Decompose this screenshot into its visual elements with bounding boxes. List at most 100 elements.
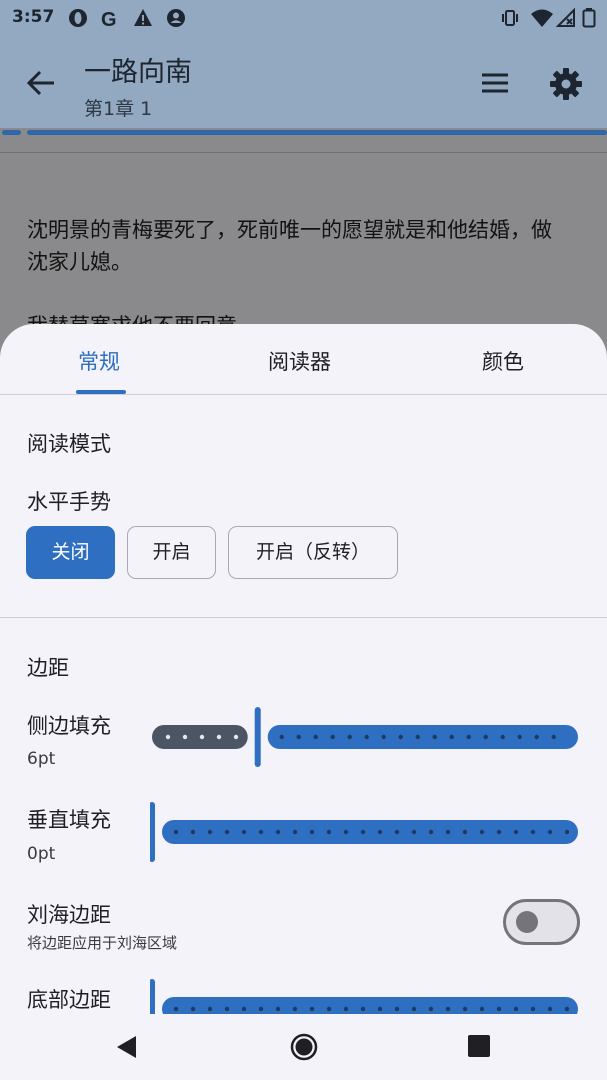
slider-tick [309,829,315,835]
slider-tick [551,734,556,740]
side-padding-slider[interactable] [150,707,580,767]
slider-tick [462,829,468,835]
slider-tick [173,1006,179,1012]
bottom-margin-slider[interactable] [150,979,580,1014]
chapter-progress-bar [0,128,607,136]
slider-tick [347,734,352,740]
slider-tick [275,829,281,835]
slider-tick [224,829,230,835]
slider-tick [313,734,318,740]
menu-icon[interactable] [478,66,512,100]
section-title-reading-mode: 阅读模式 [27,432,111,456]
tab-general[interactable]: 常规 [78,346,120,376]
slider-tick [530,1006,536,1012]
slider-tick [445,1006,451,1012]
horizontal-gesture-label: 水平手势 [27,490,111,514]
slider-tick [258,829,264,835]
nav-home-icon[interactable] [289,1032,319,1062]
slider-tick [530,829,536,835]
slider-tick [513,1006,519,1012]
back-arrow-icon[interactable] [24,66,58,100]
toggle-knob [516,911,538,933]
notch-margin-toggle[interactable] [503,899,580,945]
divider [0,394,607,395]
slider-tick [462,1006,468,1012]
system-navigation-bar [0,1014,607,1080]
slider-tick [190,1006,196,1012]
divider [0,617,607,618]
slider-tick [343,1006,349,1012]
book-title: 一路向南 [84,57,192,88]
settings-bottom-sheet: 常规 阅读器 颜色 阅读模式 水平手势 关闭 开启 开启（反转） 边距 侧边填充… [0,324,607,1014]
slider-tick [411,1006,417,1012]
tab-reader[interactable]: 阅读器 [268,346,331,376]
slider-tick [547,1006,553,1012]
reader-paragraph: 沈明景的青梅要死了，死前唯一的愿望就是和他结婚，做沈家儿媳。 [27,218,552,274]
slider-tick [534,734,539,740]
nav-back-icon[interactable] [114,1034,140,1060]
slider-tick [275,1006,281,1012]
tab-color[interactable]: 颜色 [482,346,524,376]
vibrate-icon [502,10,518,26]
slider-tick [292,1006,298,1012]
chapter-title: 第1章 1 [84,98,153,120]
svg-text:G: G [101,9,117,28]
slider-tick [190,829,196,835]
slider-tick [496,1006,502,1012]
slider-tick [364,734,369,740]
slider-tick [224,1006,230,1012]
slider-tick [292,829,298,835]
battery-icon [582,8,596,28]
slider-tick [483,734,488,740]
notch-margin-label: 刘海边距 [27,903,111,927]
slider-tick [411,829,417,835]
divider [0,152,607,153]
slider-tick [513,829,519,835]
settings-tabs: 常规 阅读器 颜色 [0,324,607,394]
slider-tick [216,734,222,740]
slider-tick [360,829,366,835]
vertical-padding-slider[interactable] [150,802,580,862]
slider-handle [254,707,261,767]
slider-tick [428,829,434,835]
slider-active-track [162,997,578,1014]
slider-tick [564,829,570,835]
slider-tick [449,734,454,740]
slider-tick [547,829,553,835]
slider-tick [445,829,451,835]
slider-tick [199,734,205,740]
slider-tick [381,734,386,740]
google-icon: G [101,9,117,28]
slider-tick [479,1006,485,1012]
slider-tick [500,734,505,740]
slider-tick [394,829,400,835]
gesture-option-off[interactable]: 关闭 [26,526,115,579]
nav-recents-icon[interactable] [467,1034,491,1058]
slider-tick [182,734,188,740]
slider-tick [296,734,301,740]
gesture-option-reversed[interactable]: 开启（反转） [228,526,398,579]
slider-tick [241,1006,247,1012]
slider-tick [343,829,349,835]
gesture-option-on[interactable]: 开启 [127,526,216,579]
slider-tick [233,734,239,740]
wifi-icon [531,9,553,27]
section-title-margins: 边距 [27,656,69,680]
app-bar: 一路向南 第1章 1 [0,36,607,128]
signal-no-data-icon [556,8,575,27]
side-padding-label: 侧边填充 [27,714,111,738]
slider-handle [150,979,155,1014]
slider-tick [377,829,383,835]
slider-tick [377,1006,383,1012]
slider-tick [415,734,420,740]
gear-icon[interactable] [548,66,584,102]
slider-tick [466,734,471,740]
slider-tick [258,1006,264,1012]
slider-tick [496,829,502,835]
slider-tick [564,1006,570,1012]
slider-tick [479,829,485,835]
slider-tick [398,734,403,740]
opera-icon [69,9,87,27]
status-time: 3:57 [12,7,55,27]
slider-tick [517,734,522,740]
